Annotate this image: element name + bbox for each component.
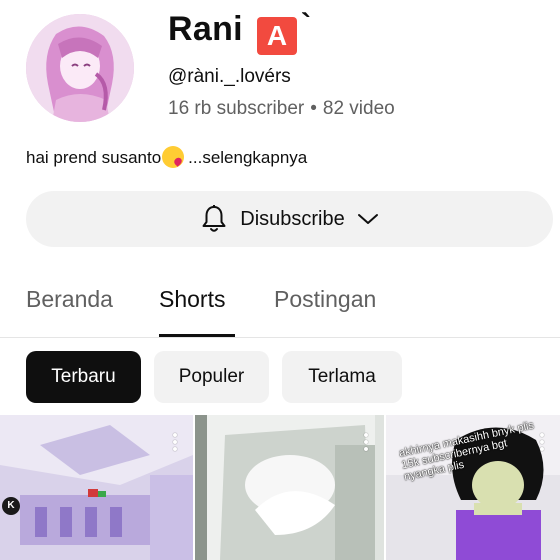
channel-avatar[interactable] (26, 14, 134, 122)
name-suffix: ` (301, 8, 311, 41)
description-text: hai prend susanto (26, 148, 162, 167)
bell-icon (202, 205, 226, 232)
more-vert-icon[interactable] (364, 433, 368, 451)
stats-separator: • (310, 98, 317, 119)
chip-terbaru[interactable]: Terbaru (26, 351, 141, 403)
subscriber-count: 16 rb subscriber (168, 98, 305, 119)
channel-description[interactable]: hai prend susanto ...selengkapnya (26, 146, 307, 168)
channel-handle: @ràni._.lovérs (168, 66, 291, 87)
app-badge-icon: K (2, 497, 20, 515)
name-badge-a: A (257, 17, 297, 55)
tab-beranda[interactable]: Beranda (26, 286, 113, 313)
shorts-thumbnail[interactable] (195, 415, 384, 560)
chip-terlama[interactable]: Terlama (282, 351, 402, 403)
channel-stats: 16 rb subscriber • 82 video (168, 98, 395, 120)
chevron-down-icon (357, 214, 378, 224)
active-tab-indicator (159, 334, 235, 337)
avatar-illustration (26, 14, 134, 122)
video-count: 82 video (322, 98, 395, 119)
subscribed-button-label: Disubscribe (240, 207, 345, 230)
shorts-thumbnail[interactable] (0, 415, 193, 560)
channel-tabs: Beranda Shorts Postingan (0, 270, 560, 338)
kissing-heart-emoji-icon (162, 146, 185, 168)
channel-name: Rani (168, 10, 243, 48)
shorts-thumbnail-image (0, 415, 193, 560)
chip-populer[interactable]: Populer (154, 351, 269, 403)
tab-postingan[interactable]: Postingan (274, 286, 376, 313)
tab-shorts[interactable]: Shorts (159, 286, 225, 313)
shorts-thumbnail-image (195, 415, 384, 560)
read-more-link[interactable]: ...selengkapnya (188, 148, 307, 167)
more-vert-icon[interactable] (173, 433, 177, 451)
subscribed-button[interactable]: Disubscribe (26, 191, 553, 247)
